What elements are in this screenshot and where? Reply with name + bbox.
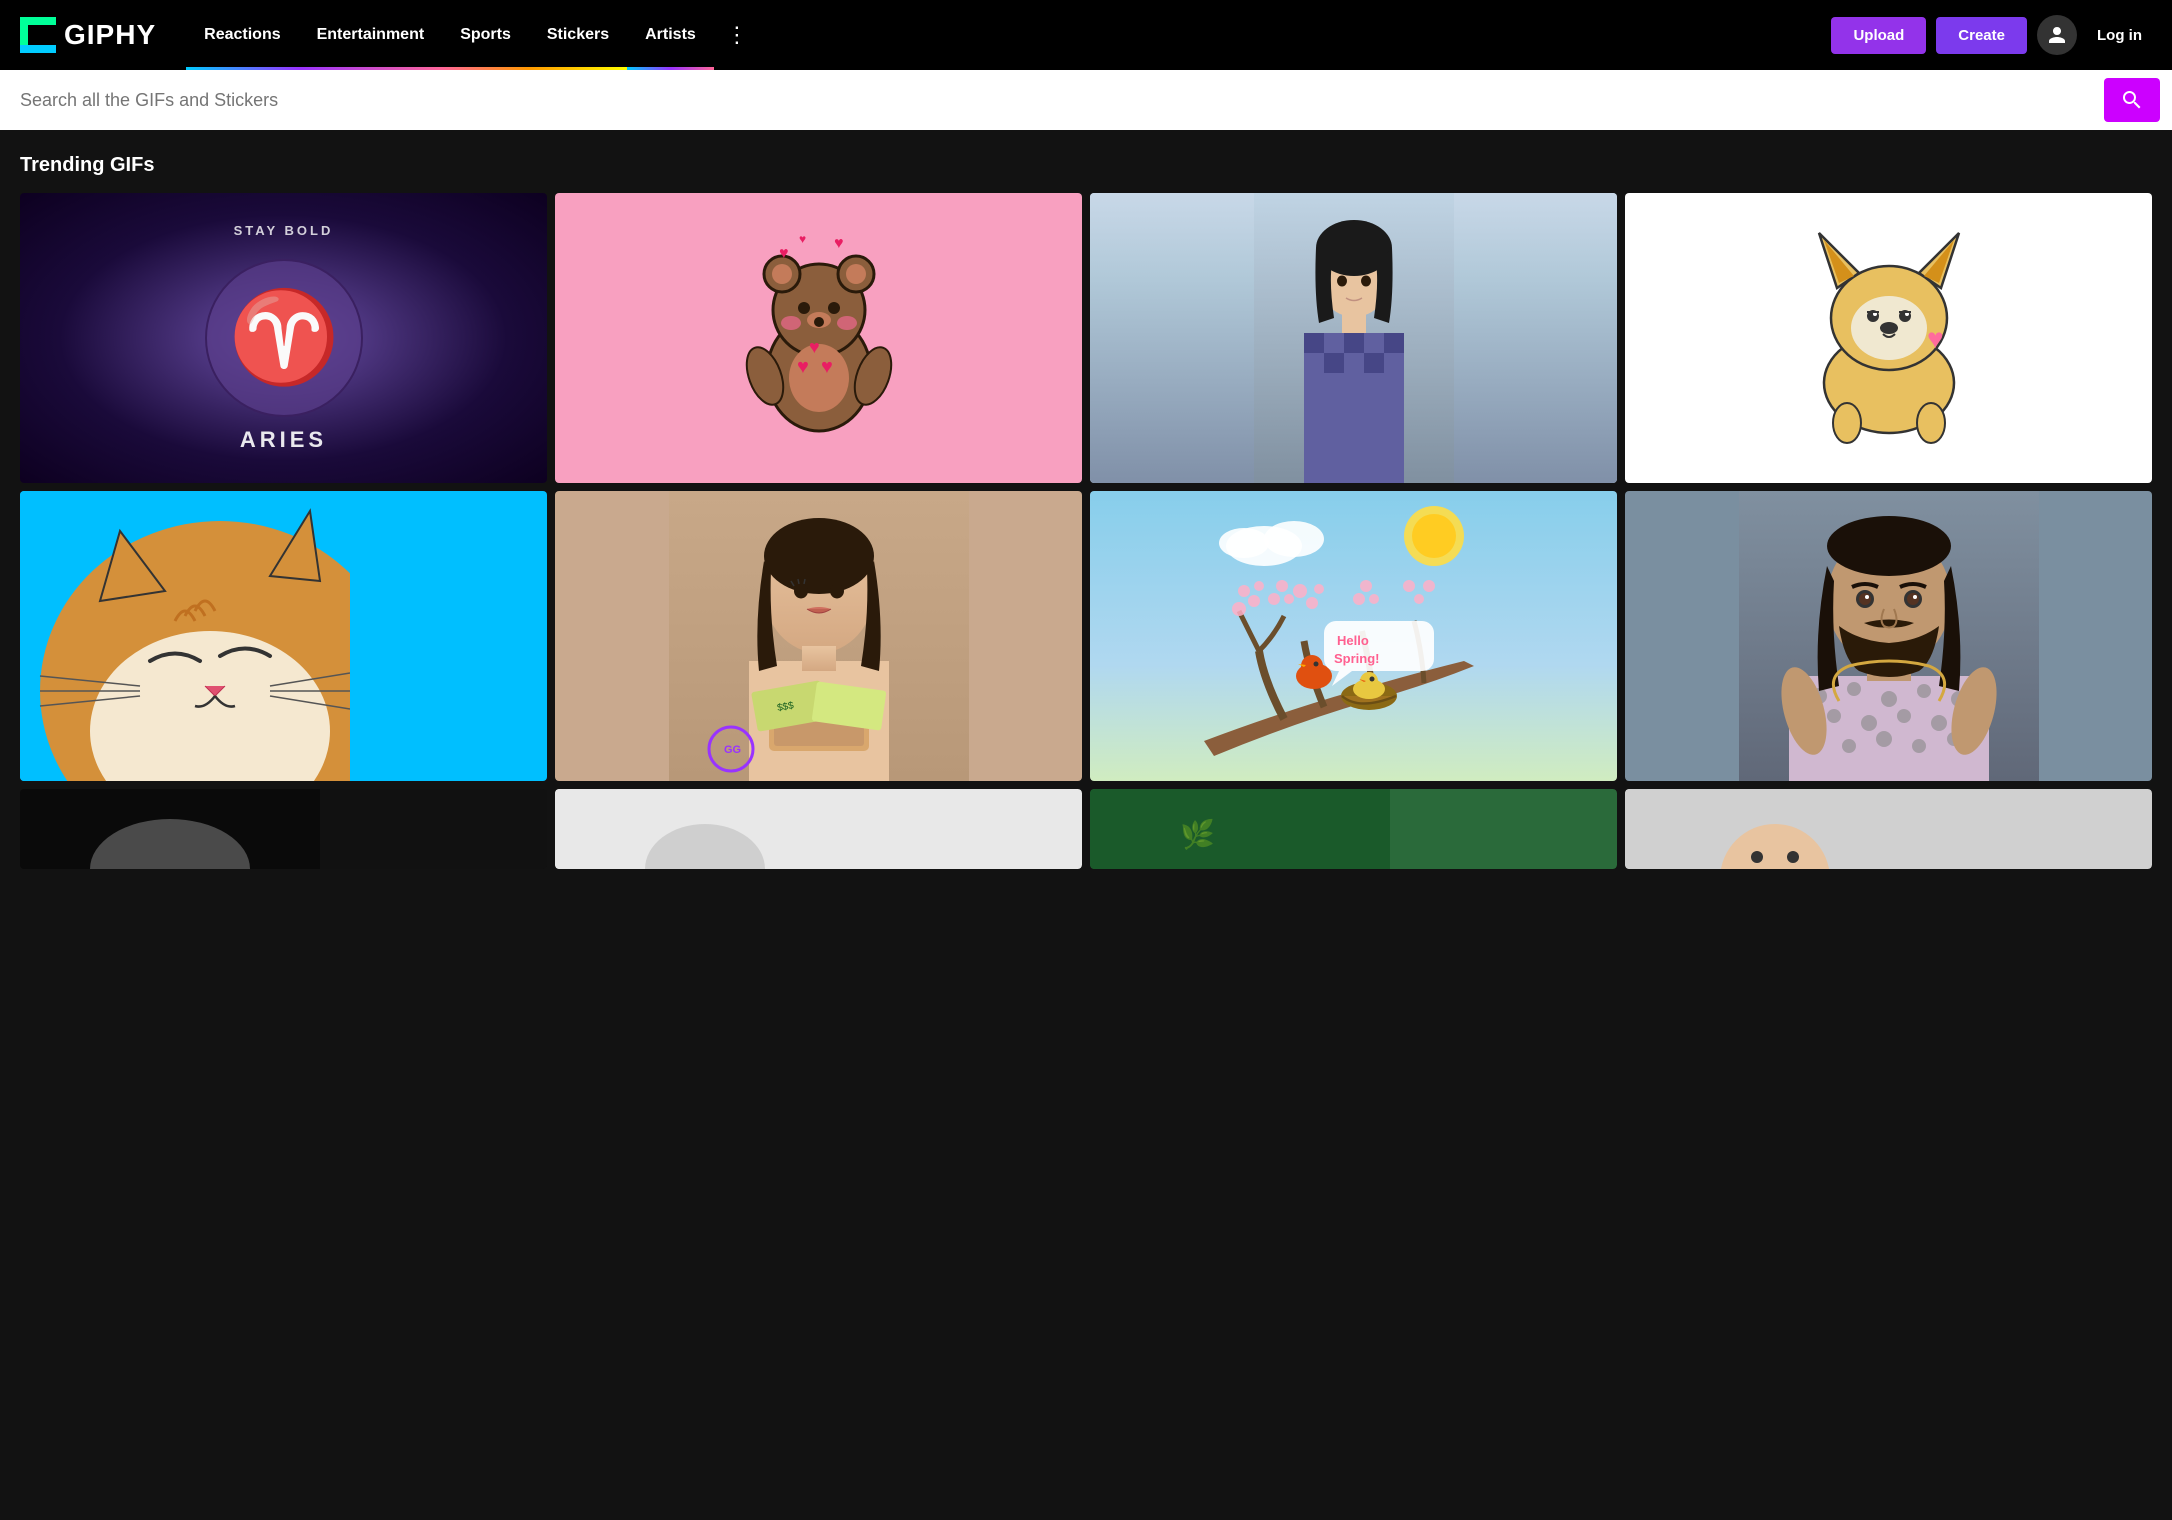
woman-svg: $$$ GG [669,491,969,781]
logo-text: GIPHY [64,19,156,51]
gif-item-2[interactable]: ♥ ♥ ♥ ♥ ♥ ♥ [555,193,1082,483]
partial-gif-2 [555,789,855,869]
svg-text:♈: ♈ [227,286,339,388]
main-content: Trending GIFs STAY BOLD ♈ ARIES [0,130,2172,893]
person-silhouette [1254,193,1454,483]
nav-item-sports[interactable]: Sports [442,0,529,70]
login-button[interactable]: Log in [2087,27,2152,44]
gif-item-3[interactable] [1090,193,1617,483]
svg-text:🌿: 🌿 [1180,818,1215,851]
gif-item-12[interactable] [1625,789,2152,869]
svg-text:♥: ♥ [821,356,833,378]
gif-item-9[interactable] [20,789,547,869]
create-button[interactable]: Create [1936,17,2027,54]
nav-item-entertainment[interactable]: Entertainment [299,0,443,70]
header-actions: Upload Create Log in [1831,15,2152,55]
svg-text:Spring!: Spring! [1334,651,1380,666]
gif-item-8[interactable] [1625,491,2152,781]
user-avatar-icon [2047,25,2067,45]
upload-button[interactable]: Upload [1831,17,1926,54]
gif-item-10[interactable] [555,789,1082,869]
cat-svg [20,491,350,781]
svg-text:♥: ♥ [797,356,809,378]
aries-label: ARIES [240,427,327,453]
svg-text:GG: GG [724,744,741,756]
svg-text:♥: ♥ [1927,323,1944,354]
trending-title: Trending GIFs [20,154,2152,177]
svg-text:Hello: Hello [1337,633,1369,648]
nav-item-artists[interactable]: Artists [627,0,714,70]
svg-text:♥: ♥ [799,232,806,246]
user-icon[interactable] [2037,15,2077,55]
gif-item-6[interactable]: $$$ GG [555,491,1082,781]
bear-svg: ♥ ♥ ♥ ♥ ♥ ♥ [739,228,899,448]
nav-item-stickers[interactable]: Stickers [529,0,627,70]
search-bar [0,70,2172,130]
gif-item-4[interactable]: ♥ [1625,193,2152,483]
partial-gif-3: 🌿 [1090,789,1390,869]
search-icon [2120,88,2144,112]
svg-text:♥: ♥ [809,337,820,357]
svg-text:♥: ♥ [834,235,844,252]
logo[interactable]: GIPHY [20,17,156,53]
gif-grid: STAY BOLD ♈ ARIES [20,193,2152,869]
gif-item-7[interactable]: Hello Spring! [1090,491,1617,781]
corgi-svg: ♥ [1779,208,1999,468]
gif-item-1[interactable]: STAY BOLD ♈ ARIES [20,193,547,483]
giphy-logo-icon [20,17,56,53]
nav-item-reactions[interactable]: Reactions [186,0,298,70]
aries-moon-svg: ♈ [204,258,364,418]
stay-bold-text: STAY BOLD [234,223,334,238]
search-button[interactable] [2104,78,2160,122]
man-svg [1739,491,2039,781]
search-input[interactable] [20,90,2104,111]
partial-gif-4 [1625,789,1925,869]
gif-item-5[interactable] [20,491,547,781]
spring-svg: Hello Spring! [1204,491,1504,781]
main-nav: Reactions Entertainment Sports Stickers … [186,0,1831,70]
svg-text:♥: ♥ [779,245,789,262]
gif-item-11[interactable]: 🌿 [1090,789,1617,869]
nav-more-icon[interactable]: ⋮ [714,0,760,70]
partial-gif-1 [20,789,320,869]
